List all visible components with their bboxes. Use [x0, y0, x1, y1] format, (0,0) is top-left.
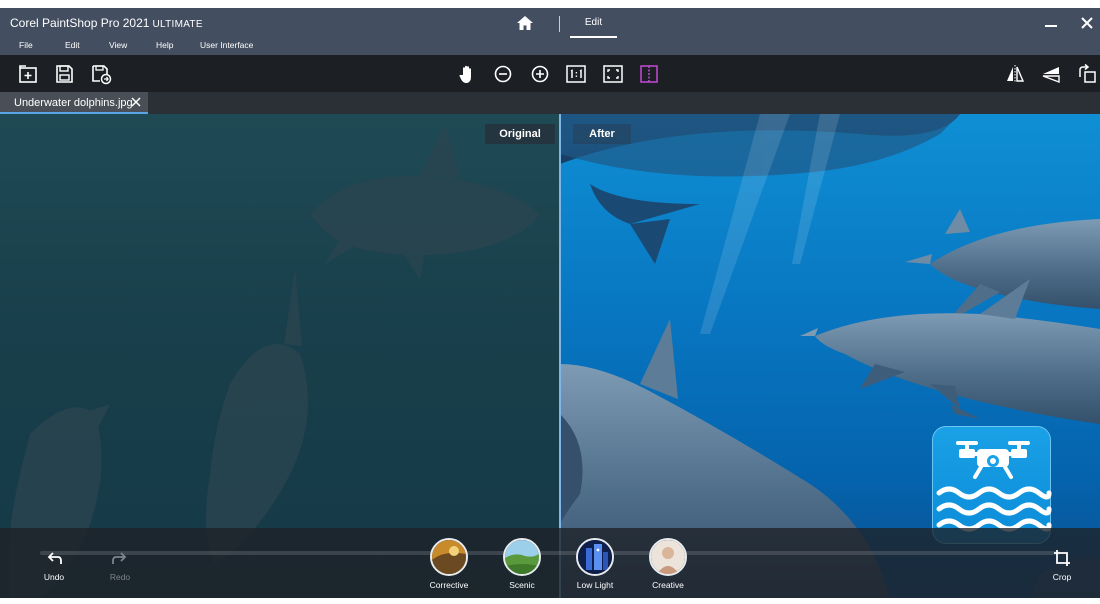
menu-edit[interactable]: Edit: [65, 40, 80, 50]
fit-to-window-button[interactable]: [602, 63, 624, 85]
actual-size-icon: [566, 65, 586, 83]
bottom-scroll-track: [40, 551, 1060, 555]
menu-help[interactable]: Help: [156, 40, 173, 50]
minimize-button[interactable]: [1040, 14, 1062, 32]
tab-edit-label: Edit: [584, 17, 603, 28]
minimize-icon: [1045, 25, 1057, 27]
toolbar: [0, 55, 1100, 92]
split-compare-icon: [640, 65, 658, 83]
redo-button[interactable]: Redo: [100, 528, 140, 598]
dolphins-photo-original: [8, 124, 540, 598]
zoom-out-icon: [494, 65, 512, 83]
creative-thumbnail: [649, 538, 687, 576]
split-compare-button[interactable]: [638, 63, 660, 85]
compare-split-handle[interactable]: [559, 114, 561, 598]
actual-size-button[interactable]: [565, 63, 587, 85]
flip-horizontal-button[interactable]: [1004, 63, 1026, 85]
menu-user-interface[interactable]: User Interface: [200, 40, 253, 50]
low-light-thumbnail: [576, 538, 614, 576]
flip-horizontal-icon: [1007, 65, 1025, 83]
pan-tool-button[interactable]: [456, 63, 478, 85]
close-button[interactable]: [1077, 13, 1097, 33]
rotate-button[interactable]: [1076, 63, 1098, 85]
original-preview: Original: [0, 114, 560, 598]
corrective-thumb-image: [432, 540, 466, 574]
document-tab-label: Underwater dolphins.jpg: [14, 97, 133, 109]
corrective-thumbnail: [430, 538, 468, 576]
app-brand: Corel PaintShop Pro 2021: [10, 16, 150, 30]
flip-vertical-button[interactable]: [1040, 63, 1062, 85]
app-edition: ULTIMATE: [152, 19, 203, 30]
low-light-thumb-image: [578, 540, 612, 574]
save-button[interactable]: [53, 63, 75, 85]
document-tab[interactable]: Underwater dolphins.jpg: [0, 92, 148, 114]
document-tab-bar: Underwater dolphins.jpg: [0, 92, 1100, 114]
undo-button[interactable]: Undo: [34, 528, 74, 598]
original-label: Original: [485, 124, 555, 144]
crop-button[interactable]: Crop: [1042, 528, 1082, 598]
creative-label: Creative: [652, 580, 684, 590]
flip-vertical-icon: [1042, 67, 1060, 84]
home-button[interactable]: [515, 13, 535, 33]
home-icon: [517, 16, 533, 30]
new-image-button[interactable]: [17, 63, 39, 85]
redo-label: Redo: [109, 572, 131, 582]
menu-view[interactable]: View: [109, 40, 127, 50]
new-image-icon: [19, 65, 37, 83]
title-divider: [559, 16, 560, 32]
rotate-icon: [1079, 63, 1096, 83]
after-label: After: [573, 124, 631, 144]
low-light-label: Low Light: [576, 580, 614, 590]
save-as-button[interactable]: [90, 63, 112, 85]
scenic-thumbnail: [503, 538, 541, 576]
zoom-in-icon: [531, 65, 549, 83]
crop-icon: [1054, 550, 1070, 566]
app-title: Corel PaintShop Pro 2021 ULTIMATE: [10, 16, 203, 30]
corrective-label: Corrective: [429, 580, 469, 590]
title-bar: Corel PaintShop Pro 2021 ULTIMATE Edit: [0, 8, 1100, 38]
fit-to-window-icon: [603, 65, 623, 83]
drone-water-logo: [932, 426, 1052, 544]
creative-thumb-image: [651, 540, 685, 574]
zoom-out-button[interactable]: [492, 63, 514, 85]
menu-bar: File Edit View Help User Interface: [0, 38, 1100, 55]
preset-creative[interactable]: Creative: [643, 538, 693, 598]
app-window: Corel PaintShop Pro 2021 ULTIMATE Edit Fi…: [0, 8, 1100, 598]
pan-hand-icon: [459, 65, 471, 83]
menu-file[interactable]: File: [19, 40, 33, 50]
bottom-bar: Undo Redo Corrective Scenic Low Light Cr…: [0, 528, 1100, 598]
close-tab-icon[interactable]: [130, 96, 142, 108]
preset-scenic[interactable]: Scenic: [497, 538, 547, 598]
redo-icon: [112, 552, 127, 564]
undo-label: Undo: [43, 572, 65, 582]
preset-low-light[interactable]: Low Light: [570, 538, 620, 598]
close-icon: [1081, 17, 1093, 29]
undo-icon: [47, 552, 62, 564]
crop-label: Crop: [1052, 572, 1072, 582]
tab-edit[interactable]: Edit: [570, 8, 617, 38]
scenic-thumb-image: [505, 540, 539, 574]
zoom-in-button[interactable]: [529, 63, 551, 85]
scenic-label: Scenic: [509, 580, 535, 590]
save-as-icon: [92, 65, 112, 85]
preset-corrective[interactable]: Corrective: [424, 538, 474, 598]
save-icon: [56, 65, 73, 83]
